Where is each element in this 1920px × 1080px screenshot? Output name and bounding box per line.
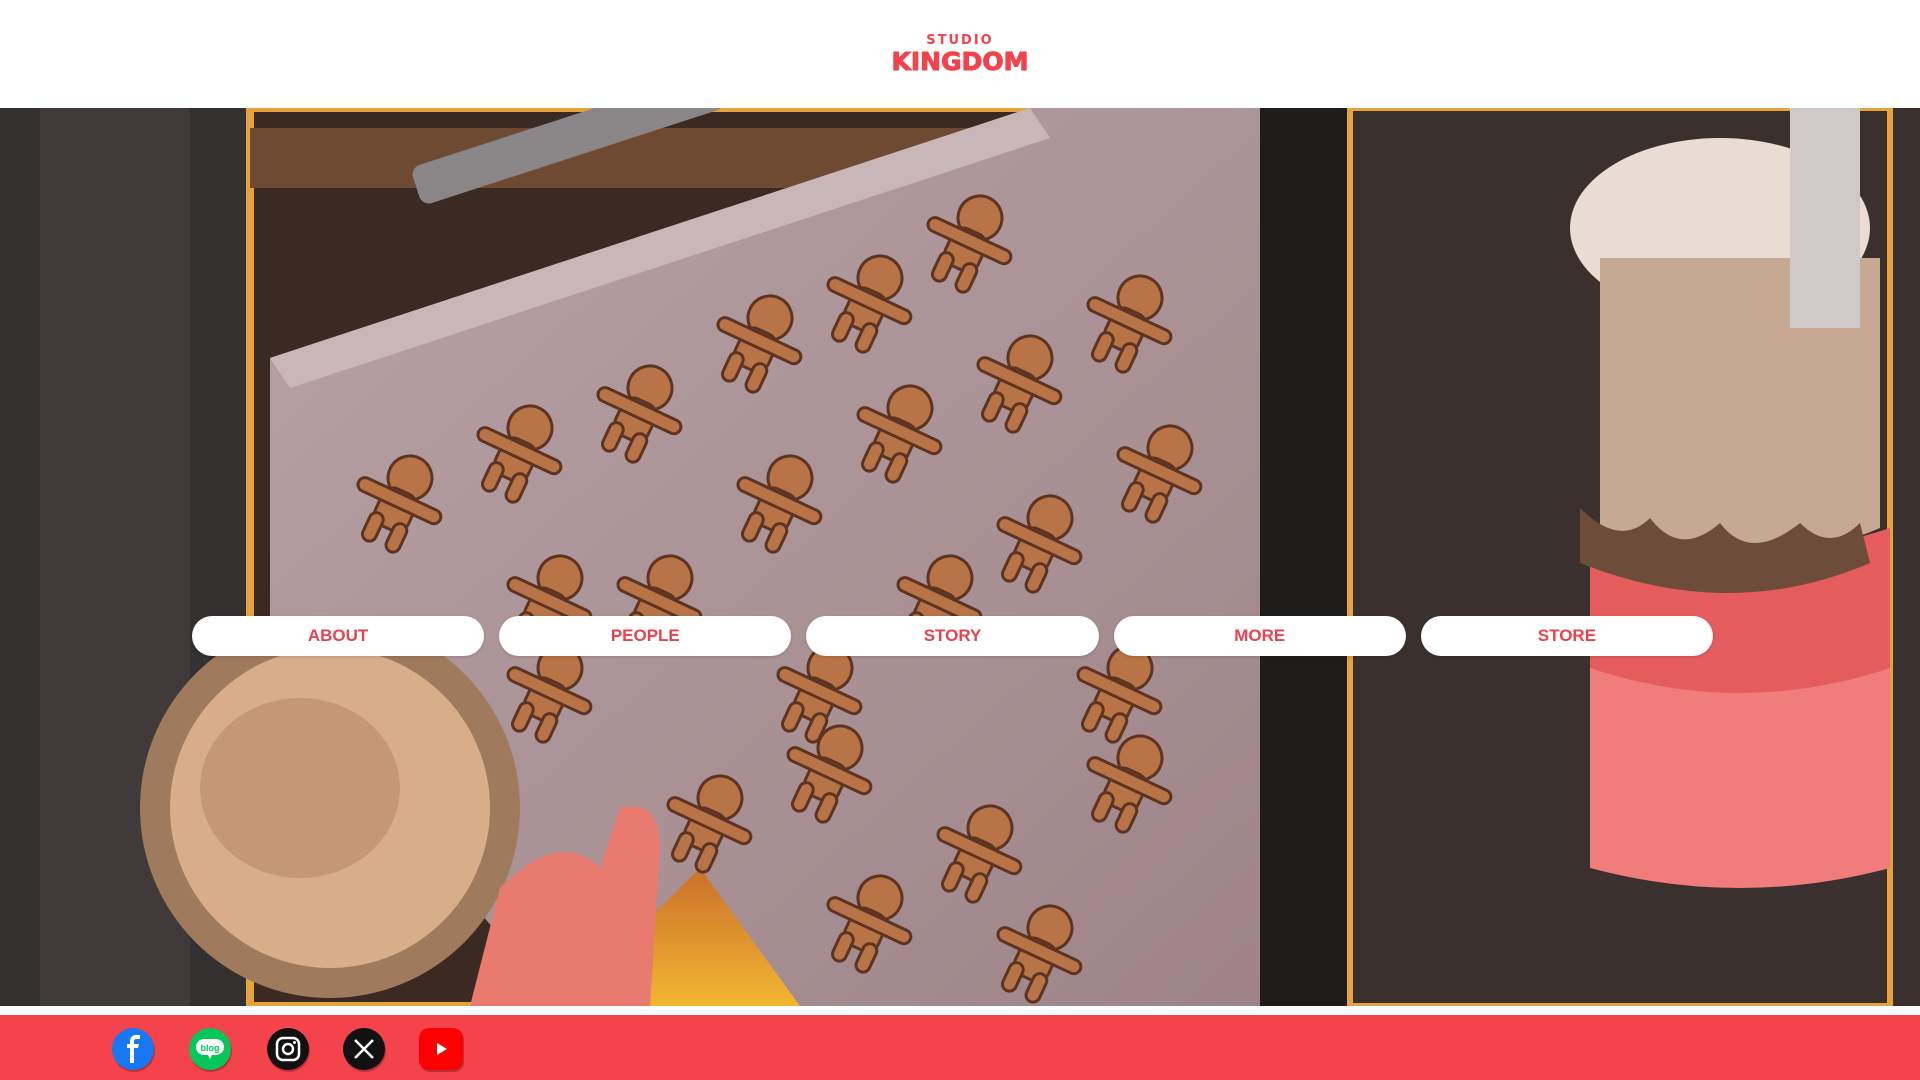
svg-text:blog: blog [201, 1043, 220, 1053]
nav-people-button[interactable]: PEOPLE [499, 616, 792, 656]
site-footer: blog [0, 1015, 1920, 1080]
x-icon[interactable] [343, 1028, 385, 1070]
nav-store-button[interactable]: STORE [1420, 616, 1714, 656]
youtube-icon[interactable] [419, 1028, 463, 1070]
nav-about-button[interactable]: ABOUT [192, 616, 485, 656]
logo-top-text: STUDIO [926, 33, 994, 48]
studio-kingdom-logo[interactable]: STUDIO KINGDOM [891, 33, 1029, 76]
hero-banner: ABOUT PEOPLE STORY MORE STORE [0, 108, 1920, 1006]
logo-main-text: KINGDOM [891, 47, 1029, 76]
blog-icon[interactable]: blog [189, 1028, 231, 1070]
site-header: STUDIO KINGDOM [0, 0, 1920, 108]
nav-more-button[interactable]: MORE [1113, 616, 1406, 656]
instagram-icon[interactable] [267, 1028, 309, 1070]
main-navigation: ABOUT PEOPLE STORY MORE STORE [192, 616, 1714, 656]
nav-story-button[interactable]: STORY [806, 616, 1099, 656]
hero-illustration [0, 108, 1920, 1006]
facebook-icon[interactable] [112, 1028, 154, 1070]
